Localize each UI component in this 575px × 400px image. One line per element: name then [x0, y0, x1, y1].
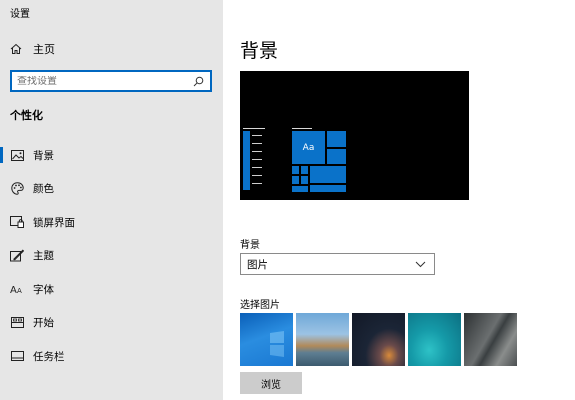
- taskbar-icon: [10, 349, 24, 363]
- preview-tile: [327, 149, 346, 164]
- wallpaper-thumbnail-windows[interactable]: [240, 313, 293, 366]
- preview-list-line: [252, 159, 262, 160]
- preview-tile: [301, 176, 308, 184]
- preview-list-line: [252, 151, 262, 152]
- wallpaper-thumbnail-rock[interactable]: [464, 313, 517, 366]
- sidebar-item-label: 字体: [33, 284, 54, 296]
- sidebar-item-label: 任务栏: [33, 351, 65, 363]
- section-title: 个性化: [10, 109, 43, 122]
- preview-tile: [310, 185, 346, 192]
- home-label: 主页: [33, 43, 55, 56]
- search-icon[interactable]: [193, 76, 204, 87]
- preview-start-column: [243, 131, 250, 190]
- search-box[interactable]: [10, 70, 212, 92]
- sidebar-item-colors[interactable]: 颜色: [0, 177, 223, 199]
- search-input[interactable]: [17, 75, 193, 87]
- home-icon: [10, 43, 22, 54]
- svg-text:A: A: [10, 285, 17, 295]
- chevron-down-icon: [415, 261, 426, 267]
- wallpaper-thumbnail-night-sky[interactable]: [352, 313, 405, 366]
- wallpaper-thumbnail-beach[interactable]: [296, 313, 349, 366]
- sidebar-item-label: 锁屏界面: [33, 217, 75, 229]
- lock-screen-icon: [10, 215, 24, 229]
- selection-indicator: [0, 147, 3, 163]
- preview-tile: [327, 131, 346, 147]
- preview-list-line: [252, 175, 262, 176]
- font-icon: AA: [10, 282, 24, 296]
- choose-picture-label: 选择图片: [240, 300, 280, 311]
- background-type-dropdown[interactable]: 图片: [240, 253, 435, 275]
- preview-start-header: [243, 128, 265, 129]
- sidebar-item-label: 颜色: [33, 183, 54, 195]
- sidebar-item-fonts[interactable]: AA 字体: [0, 278, 223, 300]
- preview-list-line: [252, 183, 262, 184]
- desktop-preview: Aa: [240, 71, 469, 200]
- preview-tile-large: Aa: [292, 131, 325, 164]
- browse-button[interactable]: 浏览: [240, 372, 302, 394]
- sidebar-item-lock-screen[interactable]: 锁屏界面: [0, 211, 223, 233]
- dropdown-value: 图片: [247, 258, 268, 271]
- window-title: 设置: [10, 9, 30, 20]
- home-nav-item[interactable]: 主页: [10, 40, 55, 58]
- page-title: 背景: [240, 40, 279, 62]
- preview-tile: [292, 176, 299, 184]
- picture-thumbnails: [240, 313, 517, 366]
- sidebar-item-taskbar[interactable]: 任务栏: [0, 345, 223, 367]
- preview-tiles-header: [292, 128, 312, 129]
- sidebar-item-themes[interactable]: 主题: [0, 244, 223, 266]
- preview-tiles: Aa: [292, 131, 346, 192]
- sidebar-item-label: 背景: [33, 150, 54, 162]
- preview-tile-label: Aa: [302, 142, 315, 153]
- wallpaper-thumbnail-underwater[interactable]: [408, 313, 461, 366]
- preview-tile: [292, 186, 308, 192]
- preview-tile: [301, 166, 308, 174]
- sidebar-item-background[interactable]: 背景: [0, 144, 223, 166]
- background-label: 背景: [240, 240, 260, 251]
- preview-list-line: [252, 167, 262, 168]
- sidebar-item-label: 主题: [33, 250, 54, 262]
- theme-brush-icon: [10, 248, 24, 262]
- start-grid-icon: [10, 315, 24, 329]
- sidebar-item-start[interactable]: 开始: [0, 311, 223, 333]
- main-content: 背景 Aa 背景 图片 选择图片 浏览: [223, 0, 575, 400]
- picture-icon: [10, 148, 24, 162]
- palette-icon: [10, 181, 24, 195]
- preview-list-line: [252, 135, 262, 136]
- preview-tile: [310, 166, 346, 183]
- sidebar-item-label: 开始: [33, 317, 54, 329]
- preview-list-line: [252, 143, 262, 144]
- svg-text:A: A: [17, 287, 22, 295]
- preview-tile: [292, 166, 299, 174]
- sidebar: 设置 主页 个性化 背景 颜色 锁屏界面: [0, 0, 223, 400]
